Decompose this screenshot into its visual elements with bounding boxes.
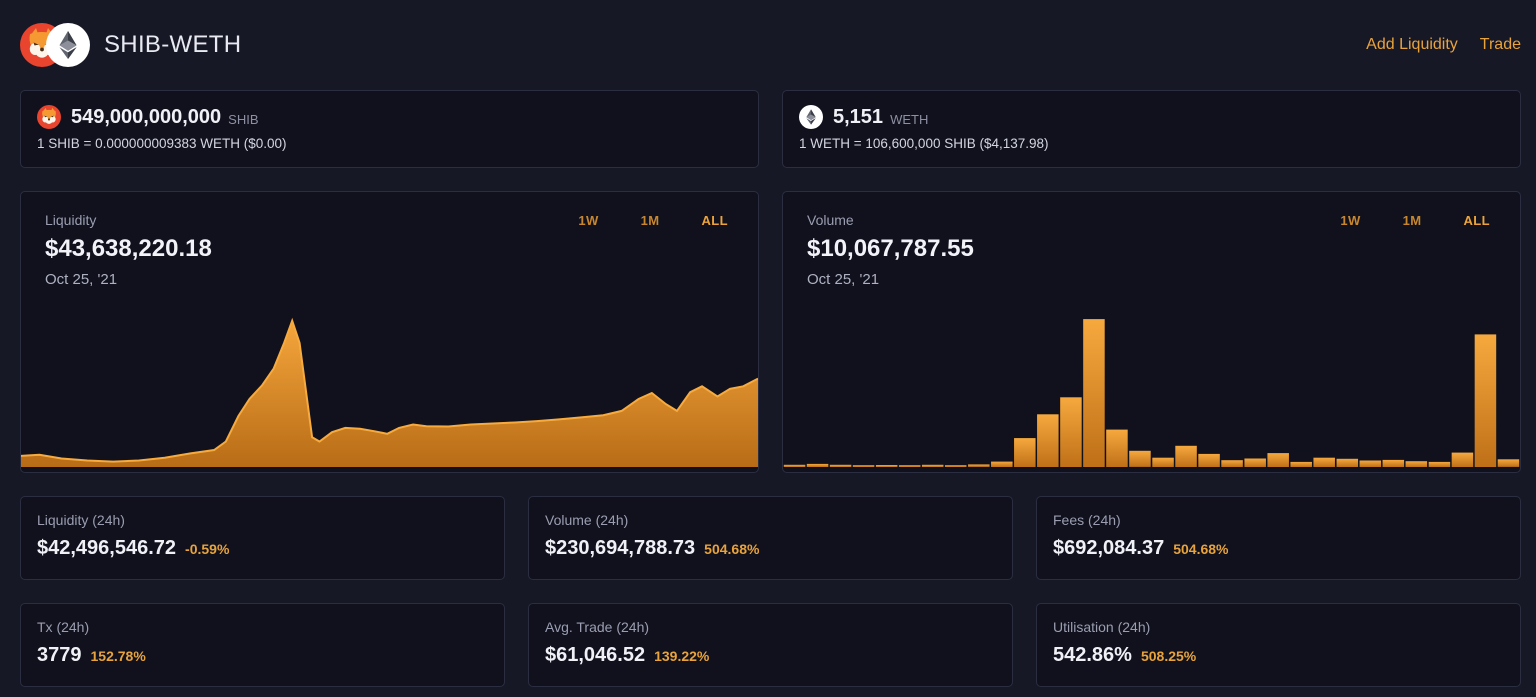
weth-token-icon	[46, 23, 90, 67]
volume-bar	[1267, 453, 1289, 467]
stat-value: 542.86%	[1053, 644, 1132, 667]
charts-row: Liquidity $43,638,220.18 Oct 25, '21 1W …	[20, 191, 1521, 473]
volume-bar	[1498, 459, 1520, 467]
shib-reserve-card: 549,000,000,000 SHIB 1 SHIB = 0.00000000…	[20, 90, 759, 168]
stat-change: 508.25%	[1141, 648, 1196, 664]
liquidity-area-chart[interactable]	[21, 289, 758, 467]
chart-head: Volume $10,067,787.55 Oct 25, '21	[783, 192, 1520, 288]
stat-label: Avg. Trade (24h)	[545, 619, 996, 635]
shib-reserve-symbol: SHIB	[228, 112, 258, 127]
stat-label: Liquidity (24h)	[37, 512, 488, 528]
stat-change: -0.59%	[185, 541, 229, 557]
tab-1w[interactable]: 1W	[578, 213, 598, 228]
volume-bar	[876, 465, 898, 467]
volume-bar	[945, 465, 967, 467]
stat-value: $230,694,788.73	[545, 537, 695, 560]
volume-bar	[1406, 461, 1428, 467]
page-title: SHIB-WETH	[104, 31, 241, 59]
volume-bar	[784, 465, 806, 467]
volume-bar	[1360, 461, 1382, 468]
trade-link[interactable]: Trade	[1480, 36, 1521, 54]
volume-bar	[1290, 462, 1312, 467]
tab-all[interactable]: ALL	[702, 213, 728, 228]
tab-1m[interactable]: 1M	[1403, 213, 1422, 228]
stat-change: 139.22%	[654, 648, 709, 664]
volume-bar	[1429, 462, 1451, 467]
volume-bar	[853, 465, 875, 467]
liquidity-chart-card: Liquidity $43,638,220.18 Oct 25, '21 1W …	[20, 191, 759, 473]
stat-card-tx-24h: Tx (24h) 3779 152.78%	[20, 603, 505, 687]
add-liquidity-link[interactable]: Add Liquidity	[1366, 36, 1458, 54]
shib-rate-text: 1 SHIB = 0.000000009383 WETH ($0.00)	[37, 136, 742, 151]
volume-bar-chart[interactable]	[783, 289, 1520, 467]
volume-bar	[968, 464, 990, 467]
stat-label: Tx (24h)	[37, 619, 488, 635]
liquidity-chart-date: Oct 25, '21	[45, 271, 758, 288]
volume-bar	[1037, 414, 1059, 467]
volume-bar	[1383, 460, 1405, 467]
stat-label: Volume (24h)	[545, 512, 996, 528]
stat-value: $42,496,546.72	[37, 537, 176, 560]
volume-bar	[991, 462, 1013, 467]
stat-card-utilisation-24h: Utilisation (24h) 542.86% 508.25%	[1036, 603, 1521, 687]
stat-card-avg-trade-24h: Avg. Trade (24h) $61,046.52 139.22%	[528, 603, 1013, 687]
volume-bar	[1060, 397, 1082, 467]
volume-bar	[922, 465, 944, 467]
volume-bar	[1014, 438, 1036, 467]
volume-bar	[1337, 459, 1359, 467]
liquidity-timeframe-tabs: 1W 1M ALL	[578, 213, 728, 228]
header: SHIB-WETH Add Liquidity Trade	[20, 0, 1521, 90]
liquidity-chart-value: $43,638,220.18	[45, 235, 758, 263]
volume-bar	[1152, 458, 1174, 467]
tab-1w[interactable]: 1W	[1340, 213, 1360, 228]
volume-bar	[1244, 459, 1266, 468]
volume-bar	[1475, 334, 1497, 467]
pair-token-icons	[20, 23, 90, 67]
volume-bar	[1198, 454, 1220, 467]
stats-grid: Liquidity (24h) $42,496,546.72 -0.59% Vo…	[20, 496, 1521, 687]
stat-change: 504.68%	[704, 541, 759, 557]
pair-header: SHIB-WETH	[20, 23, 241, 67]
volume-chart-value: $10,067,787.55	[807, 235, 1520, 263]
weth-reserve-amount: 5,151	[833, 106, 883, 129]
volume-bar	[1129, 451, 1151, 467]
volume-bar	[1221, 460, 1243, 467]
page: SHIB-WETH Add Liquidity Trade	[0, 0, 1536, 697]
volume-bar	[807, 464, 829, 467]
chart-head: Liquidity $43,638,220.18 Oct 25, '21	[21, 192, 758, 288]
volume-bar	[899, 465, 921, 467]
reserves-row: 549,000,000,000 SHIB 1 SHIB = 0.00000000…	[20, 90, 1521, 168]
stat-value: 3779	[37, 644, 82, 667]
weth-reserve-card: 5,151 WETH 1 WETH = 106,600,000 SHIB ($4…	[782, 90, 1521, 168]
shib-reserve-amount: 549,000,000,000	[71, 106, 221, 129]
volume-chart-date: Oct 25, '21	[807, 271, 1520, 288]
shib-token-icon	[37, 105, 61, 129]
stat-change: 504.68%	[1173, 541, 1228, 557]
stat-card-liquidity-24h: Liquidity (24h) $42,496,546.72 -0.59%	[20, 496, 505, 580]
stat-change: 152.78%	[91, 648, 146, 664]
stat-label: Utilisation (24h)	[1053, 619, 1504, 635]
volume-bar	[1106, 430, 1128, 467]
weth-rate-text: 1 WETH = 106,600,000 SHIB ($4,137.98)	[799, 136, 1504, 151]
stat-value: $692,084.37	[1053, 537, 1164, 560]
volume-timeframe-tabs: 1W 1M ALL	[1340, 213, 1490, 228]
volume-bar	[1083, 319, 1105, 467]
volume-bar	[1313, 458, 1335, 467]
header-links: Add Liquidity Trade	[1366, 36, 1521, 54]
stat-label: Fees (24h)	[1053, 512, 1504, 528]
tab-1m[interactable]: 1M	[641, 213, 660, 228]
volume-bar	[1452, 453, 1474, 467]
volume-bar	[830, 465, 852, 467]
reserve-top: 549,000,000,000 SHIB	[37, 105, 742, 129]
stat-card-volume-24h: Volume (24h) $230,694,788.73 504.68%	[528, 496, 1013, 580]
stat-value: $61,046.52	[545, 644, 645, 667]
volume-chart-card: Volume $10,067,787.55 Oct 25, '21 1W 1M …	[782, 191, 1521, 473]
stat-card-fees-24h: Fees (24h) $692,084.37 504.68%	[1036, 496, 1521, 580]
volume-bar	[1175, 446, 1197, 467]
reserve-top: 5,151 WETH	[799, 105, 1504, 129]
tab-all[interactable]: ALL	[1464, 213, 1490, 228]
weth-reserve-symbol: WETH	[890, 112, 928, 127]
weth-token-icon	[799, 105, 823, 129]
